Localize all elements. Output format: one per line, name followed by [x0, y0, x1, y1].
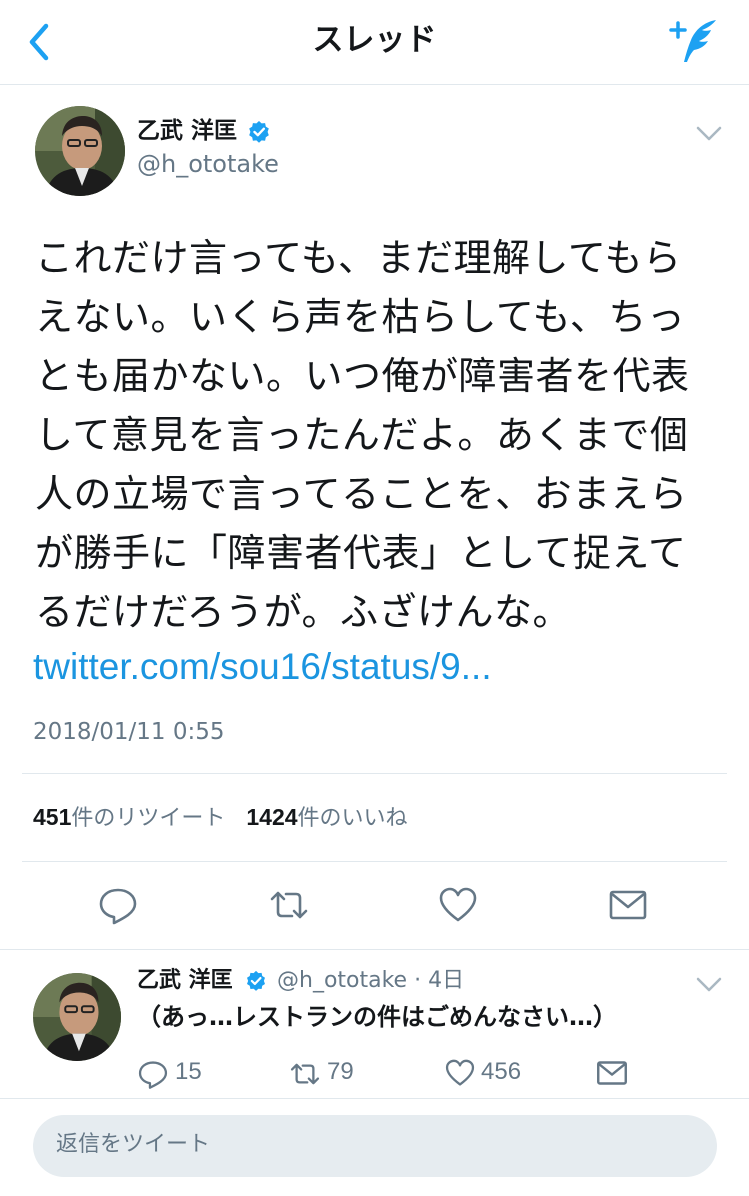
retweet-icon[interactable] [268, 884, 310, 926]
like-stat[interactable]: 1424件のいいね [246, 804, 408, 831]
reply-author-name[interactable]: 乙武 洋匡 [137, 965, 233, 997]
chevron-down-icon[interactable] [694, 972, 724, 996]
tweet-text-line: えない。いくら声を枯らしても、ちっ [35, 295, 686, 339]
message-envelope-icon[interactable] [595, 1056, 629, 1090]
divider [22, 861, 727, 862]
reply-author-handle[interactable]: @h_ototake · 4日 [277, 965, 464, 997]
tweet-text-line: これだけ言っても、まだ理解してもら [35, 236, 682, 280]
like-heart-icon[interactable] [443, 1057, 477, 1089]
retweet-stat[interactable]: 451件のリツイート [33, 804, 226, 831]
tweet-text-line: して意見を言ったんだよ。あくまで個 [35, 413, 689, 457]
retweet-count: 451 [33, 804, 72, 830]
verified-badge-icon [249, 121, 269, 143]
divider [0, 949, 749, 950]
like-label: 件のいいね [297, 806, 408, 831]
tweet-text: これだけ言っても、まだ理解してもら えない。いくら声を枯らしても、ちっ とも届か… [35, 229, 725, 642]
tweet-link[interactable]: twitter.com/sou16/status/9... [33, 642, 492, 692]
compose-quill-icon [669, 20, 716, 62]
reply-count: 15 [175, 1058, 202, 1085]
like-heart-icon[interactable] [437, 884, 479, 926]
reply-author-avatar[interactable] [33, 973, 121, 1061]
tweet-text-line: 人の立場で言ってることを、おまえら [35, 472, 688, 516]
like-count: 456 [481, 1058, 522, 1085]
divider [22, 773, 727, 774]
page-title: スレッド [312, 22, 437, 58]
tweet-text-line: とも届かない。いつ俺が障害者を代表 [35, 354, 690, 398]
reply-icon[interactable] [137, 1058, 169, 1090]
retweet-icon[interactable] [287, 1058, 323, 1090]
reply-tweet-text: （あっ…レストランの件はごめんなさい…） [137, 1003, 617, 1031]
reply-input-placeholder: 返信をツイート [56, 1132, 211, 1157]
author-handle[interactable]: @h_ototake [137, 148, 279, 180]
tweet-stats: 451件のリツイート 1424件のいいね [33, 800, 408, 836]
retweet-count: 79 [327, 1058, 354, 1085]
compose-button[interactable] [664, 16, 722, 66]
author-avatar[interactable] [35, 106, 125, 196]
tweet-timestamp: 2018/01/11 0:55 [33, 719, 225, 745]
message-envelope-icon[interactable] [607, 884, 649, 926]
chevron-down-icon[interactable] [694, 120, 724, 146]
author-name[interactable]: 乙武 洋匡 [137, 114, 237, 148]
tweet-text-line: るだけだろうが。ふざけんな。 [35, 590, 571, 634]
reply-icon[interactable] [97, 884, 139, 926]
retweet-label: 件のリツイート [71, 806, 226, 831]
like-count: 1424 [246, 804, 298, 830]
verified-badge-icon [247, 970, 265, 991]
tweet-text-line: が勝手に「障害者代表」として捉えて [35, 531, 687, 575]
